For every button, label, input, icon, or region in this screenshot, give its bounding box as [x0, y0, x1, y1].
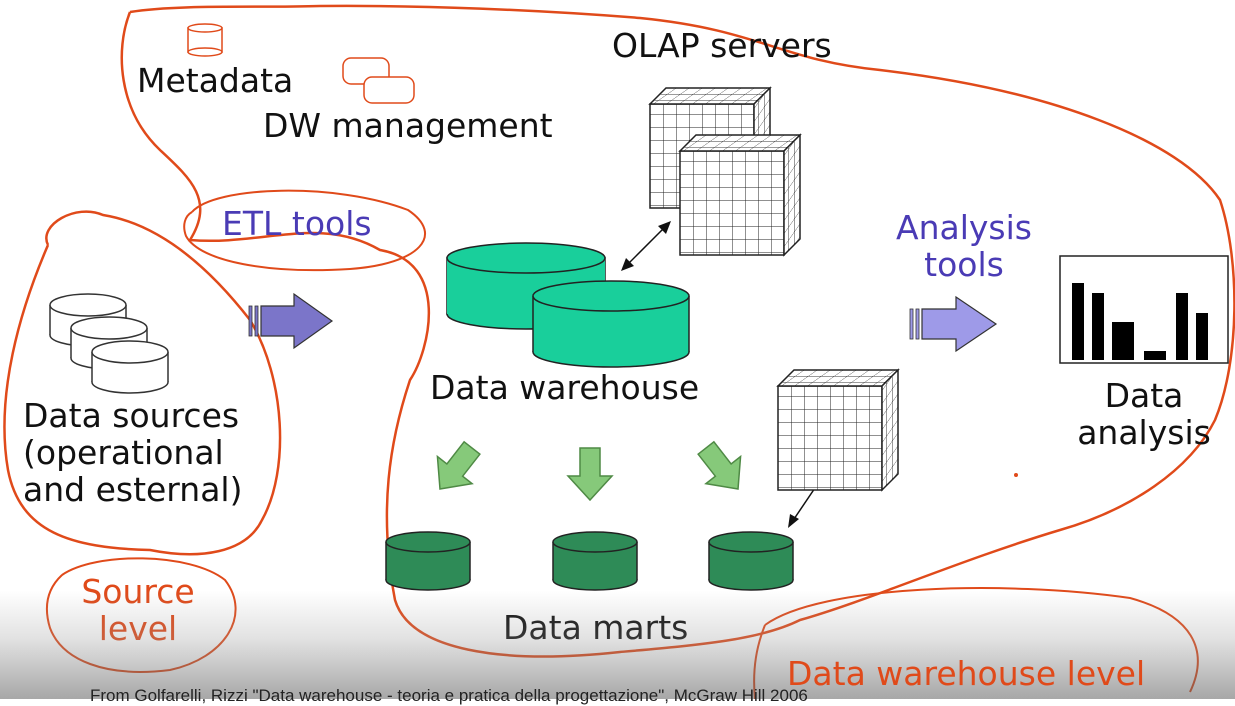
- chart-bar-4: [1144, 351, 1166, 360]
- olap-dw-double-arrow-icon: [621, 221, 671, 271]
- dw-level-label: Data warehouse level: [787, 654, 1146, 693]
- data-analysis-line-2: analysis: [1077, 412, 1211, 452]
- analysis-tools-line-2: tools: [924, 244, 1004, 284]
- data-source-database-icon-3: [91, 340, 169, 394]
- data-warehouse-front-database-icon: [532, 280, 690, 368]
- data-mart-database-icon-3: [708, 531, 794, 591]
- source-level-line-1: Source: [81, 572, 195, 611]
- chart-bar-5: [1176, 293, 1188, 360]
- dw-management-icon: [342, 57, 415, 104]
- metadata-database-icon: [187, 23, 223, 57]
- data-mart-database-icon-2: [552, 531, 638, 591]
- data-sources-label: Data sources (operational and esternal): [23, 396, 273, 509]
- dw-management-label: DW management: [263, 106, 553, 145]
- chart-bar-2: [1092, 293, 1104, 360]
- data-sources-line-3: and esternal): [23, 469, 243, 509]
- mart-arrow-left-icon: [421, 433, 491, 504]
- source-level-line-2: level: [98, 608, 178, 648]
- bar-chart-icon: [1059, 255, 1229, 364]
- source-level-label: Source level: [63, 572, 213, 648]
- chart-bar-1: [1072, 283, 1084, 360]
- analysis-tools-line-1: Analysis: [896, 208, 1032, 247]
- data-sources-line-1: Data sources: [23, 396, 240, 435]
- olap-cube-front-icon: [679, 134, 801, 256]
- data-sources-line-2: (operational: [23, 432, 224, 472]
- annotation-dot: [1014, 473, 1018, 477]
- data-analysis-label: Data analysis: [1060, 376, 1228, 452]
- chart-bar-3: [1112, 322, 1134, 360]
- data-warehouse-label: Data warehouse: [430, 368, 700, 407]
- data-mart-cube-icon: [777, 369, 899, 491]
- etl-tools-label: ETL tools: [222, 204, 372, 243]
- source-credit: From Golfarelli, Rizzi "Data warehouse -…: [90, 686, 808, 705]
- data-marts-label: Data marts: [503, 608, 689, 647]
- metadata-label: Metadata: [137, 61, 294, 100]
- analysis-arrow-icon: [909, 295, 998, 353]
- olap-servers-label: OLAP servers: [612, 26, 832, 65]
- analysis-tools-label: Analysis tools: [888, 208, 1040, 284]
- mart-arrow-center-icon: [567, 447, 613, 501]
- data-analysis-line-1: Data: [1104, 376, 1184, 415]
- mart-arrow-right-icon: [687, 433, 757, 504]
- chart-bar-6: [1196, 313, 1208, 360]
- data-mart-database-icon-1: [385, 531, 471, 591]
